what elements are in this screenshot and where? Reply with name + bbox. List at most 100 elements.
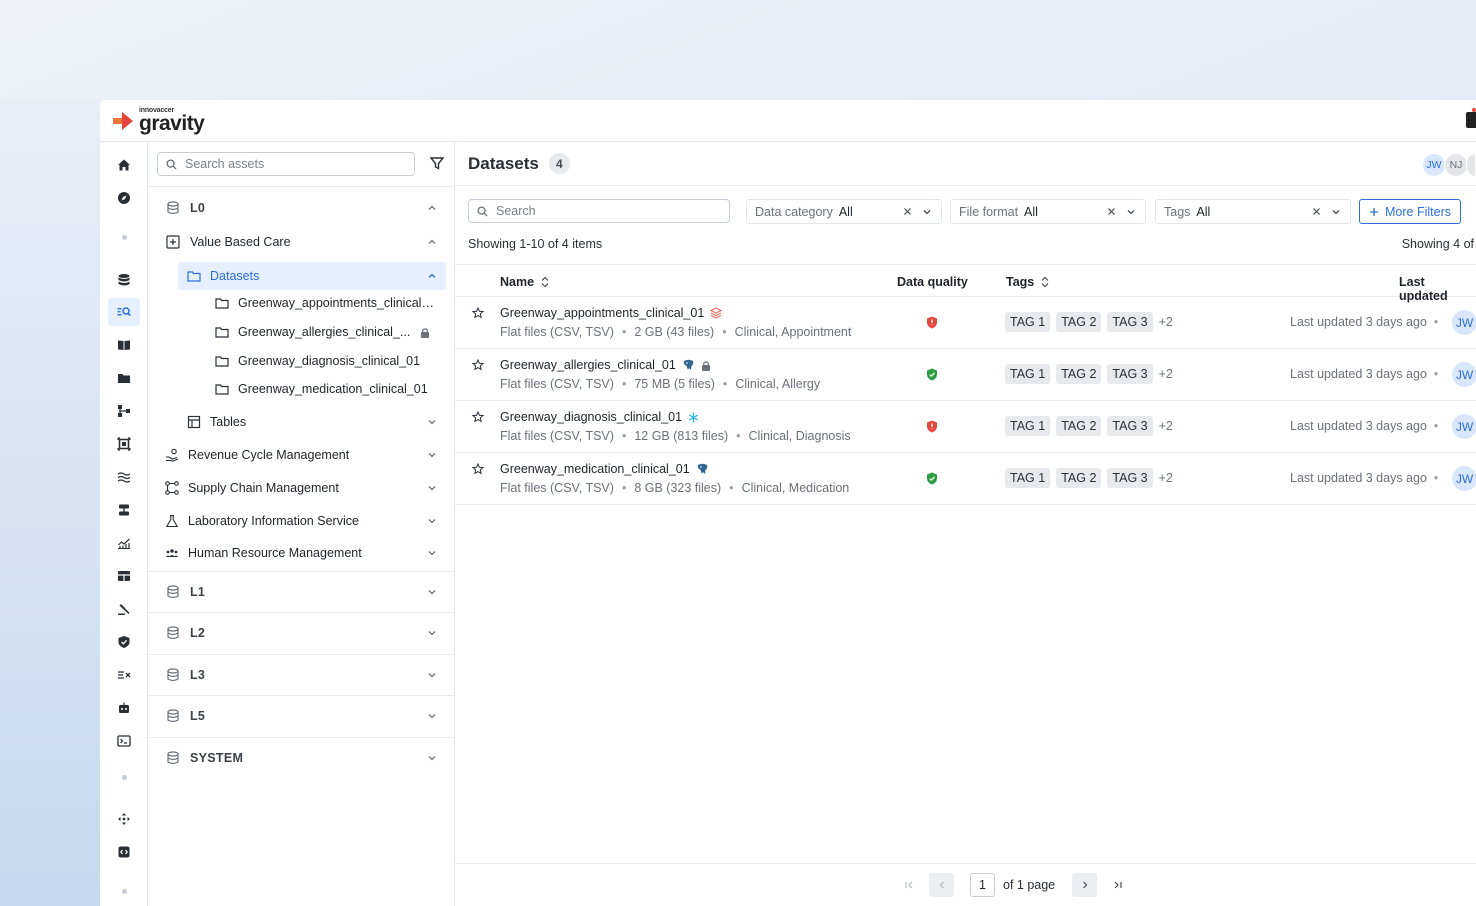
tree-datasets-folder[interactable]: Datasets xyxy=(178,262,446,290)
lineage-icon[interactable] xyxy=(108,397,140,425)
tag-chip[interactable]: TAG 3 xyxy=(1107,416,1153,436)
tree-dataset-item[interactable]: Greenway_diagnosis_clinical_01 xyxy=(148,347,454,375)
chevron-up-icon[interactable] xyxy=(426,202,438,214)
chevron-down-icon[interactable] xyxy=(1330,206,1342,218)
tags-filter[interactable]: Tags All xyxy=(1155,199,1351,224)
tree-level-l1[interactable]: L1 xyxy=(148,578,454,606)
tag-chip[interactable]: TAG 1 xyxy=(1005,416,1051,436)
chevron-down-icon[interactable] xyxy=(426,449,438,461)
owner-avatar[interactable]: JW xyxy=(1452,414,1476,439)
chevron-down-icon[interactable] xyxy=(426,515,438,527)
chevron-down-icon[interactable] xyxy=(921,206,933,218)
chevron-down-icon[interactable] xyxy=(426,627,438,639)
tree-domain-value-based-care[interactable]: Value Based Care xyxy=(148,228,454,256)
tag-more[interactable]: +2 xyxy=(1159,471,1173,485)
column-name[interactable]: Name xyxy=(500,275,550,289)
dataset-search-input[interactable]: Search xyxy=(468,199,730,223)
tree-domain-supply-chain[interactable]: Supply Chain Management xyxy=(148,474,454,502)
dataset-name[interactable]: Greenway_diagnosis_clinical_01 xyxy=(500,410,699,424)
table-row[interactable]: Greenway_appointments_clinical_01 Flat f… xyxy=(455,297,1476,349)
chevron-down-icon[interactable] xyxy=(426,669,438,681)
last-page-button[interactable] xyxy=(1105,873,1130,897)
clear-icon[interactable] xyxy=(1311,206,1322,217)
prev-page-button[interactable] xyxy=(929,873,954,897)
tag-chip[interactable]: TAG 1 xyxy=(1005,468,1051,488)
tree-tables-folder[interactable]: Tables xyxy=(148,408,454,436)
table-row[interactable]: Greenway_diagnosis_clinical_01 Flat file… xyxy=(455,401,1476,453)
star-icon[interactable] xyxy=(472,463,484,475)
move-icon[interactable] xyxy=(108,805,140,833)
dataset-name[interactable]: Greenway_allergies_clinical_01 xyxy=(500,358,711,372)
avatar[interactable]: NJ xyxy=(1444,153,1468,177)
compass-icon[interactable] xyxy=(108,184,140,212)
tag-chip[interactable]: TAG 1 xyxy=(1005,364,1051,384)
star-icon[interactable] xyxy=(472,359,484,371)
notification-icon[interactable] xyxy=(1466,112,1476,128)
chevron-up-icon[interactable] xyxy=(426,270,438,282)
more-filters-button[interactable]: More Filters xyxy=(1359,199,1461,224)
tree-dataset-item[interactable]: Greenway_medication_clinical_01 xyxy=(148,375,454,403)
tree-dataset-item[interactable]: Greenway_allergies_clinical_... xyxy=(148,318,454,346)
tree-domain-human-resource[interactable]: Human Resource Management xyxy=(148,539,454,567)
tag-chip[interactable]: TAG 2 xyxy=(1056,468,1102,488)
dataset-name[interactable]: Greenway_medication_clinical_01 xyxy=(500,462,709,476)
folder-icon[interactable] xyxy=(108,364,140,392)
table-icon[interactable] xyxy=(108,562,140,590)
tree-domain-revenue-cycle[interactable]: Revenue Cycle Management xyxy=(148,441,454,469)
tag-chip[interactable]: TAG 2 xyxy=(1056,312,1102,332)
tree-level-l3[interactable]: L3 xyxy=(148,661,454,689)
avatar[interactable]: JW xyxy=(1422,153,1446,177)
data-category-filter[interactable]: Data category All xyxy=(746,199,942,224)
star-icon[interactable] xyxy=(472,307,484,319)
file-format-filter[interactable]: File format All xyxy=(950,199,1146,224)
chevron-down-icon[interactable] xyxy=(426,416,438,428)
gavel-icon[interactable] xyxy=(108,595,140,623)
tree-level-l0[interactable]: L0 xyxy=(148,194,454,222)
sort-icon[interactable] xyxy=(540,276,550,288)
tag-more[interactable]: +2 xyxy=(1159,315,1173,329)
tag-chip[interactable]: TAG 3 xyxy=(1107,312,1153,332)
tree-level-system[interactable]: SYSTEM xyxy=(148,744,454,772)
tag-more[interactable]: +2 xyxy=(1159,419,1173,433)
catalog-search-icon[interactable] xyxy=(108,298,140,326)
analytics-icon[interactable] xyxy=(108,529,140,557)
home-icon[interactable] xyxy=(108,151,140,179)
shield-icon[interactable] xyxy=(108,628,140,656)
star-icon[interactable] xyxy=(472,411,484,423)
clear-icon[interactable] xyxy=(902,206,913,217)
tag-chip[interactable]: TAG 2 xyxy=(1056,416,1102,436)
tag-more[interactable]: +2 xyxy=(1159,367,1173,381)
dataset-name[interactable]: Greenway_appointments_clinical_01 xyxy=(500,306,723,320)
database-icon[interactable] xyxy=(108,266,140,294)
tag-chip[interactable]: TAG 1 xyxy=(1005,312,1051,332)
chevron-down-icon[interactable] xyxy=(426,547,438,559)
tree-level-l5[interactable]: L5 xyxy=(148,702,454,730)
terminal-icon[interactable] xyxy=(108,727,140,755)
waves-icon[interactable] xyxy=(108,463,140,491)
chevron-down-icon[interactable] xyxy=(1125,206,1137,218)
owner-avatar[interactable]: JW xyxy=(1452,310,1476,335)
book-icon[interactable] xyxy=(108,331,140,359)
brand-logo[interactable]: innovaccer gravity xyxy=(111,107,205,134)
chevron-down-icon[interactable] xyxy=(426,482,438,494)
tag-chip[interactable]: TAG 3 xyxy=(1107,364,1153,384)
sort-icon[interactable] xyxy=(1040,276,1050,288)
table-row[interactable]: Greenway_medication_clinical_01 Flat fil… xyxy=(455,453,1476,505)
avatar-group[interactable]: JW NJ xyxy=(1422,153,1476,177)
filter-icon[interactable] xyxy=(430,156,444,170)
next-page-button[interactable] xyxy=(1072,873,1097,897)
tag-chip[interactable]: TAG 3 xyxy=(1107,468,1153,488)
chevron-down-icon[interactable] xyxy=(426,752,438,764)
chevron-down-icon[interactable] xyxy=(426,586,438,598)
tree-domain-laboratory[interactable]: Laboratory Information Service xyxy=(148,507,454,535)
first-page-button[interactable] xyxy=(896,873,921,897)
tree-level-l2[interactable]: L2 xyxy=(148,619,454,647)
clear-icon[interactable] xyxy=(1106,206,1117,217)
pipeline-icon[interactable] xyxy=(108,496,140,524)
owner-avatar[interactable]: JW xyxy=(1452,466,1476,491)
tree-dataset-item[interactable]: Greenway_appointments_clinical_... xyxy=(148,289,438,317)
page-number-input[interactable]: 1 xyxy=(970,873,995,897)
rules-icon[interactable] xyxy=(108,661,140,689)
column-tags[interactable]: Tags xyxy=(1006,275,1050,289)
asset-search-input[interactable]: Search assets xyxy=(157,152,415,176)
